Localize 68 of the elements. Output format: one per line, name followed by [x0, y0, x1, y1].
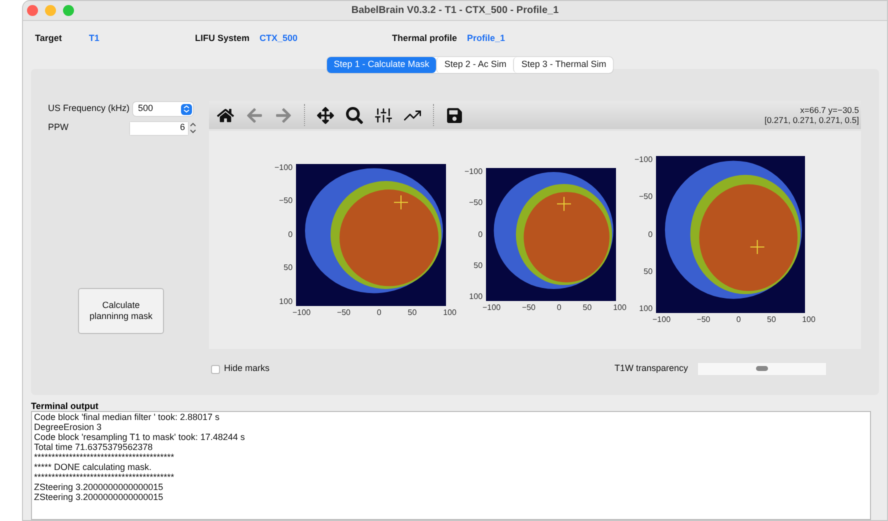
save-icon[interactable]: [446, 106, 463, 124]
slider-label: T1W transparency: [614, 362, 688, 376]
axis-tick-label: 100: [613, 304, 626, 312]
axis-tick-label: 50: [644, 268, 653, 276]
terminal-line: ****************************************: [34, 472, 176, 482]
axis-tick-label: −100: [652, 316, 671, 324]
cursor-readout: [0.271, 0.271, 0.271, 0.5]: [764, 115, 859, 125]
axis-tick-label: 100: [469, 293, 483, 301]
field-value: Profile_1: [467, 32, 506, 46]
axis-tick-label: 100: [443, 308, 456, 316]
sliders-icon[interactable]: [375, 106, 392, 124]
terminal-line: Total time 71.6375379562378: [34, 442, 154, 452]
field-value: T1: [88, 32, 100, 46]
tab[interactable]: Step 1 - Calculate Mask: [326, 57, 436, 73]
field-value: CTX_500: [260, 32, 298, 46]
window-title: BabelBrain V0.3.2 - T1 - CTX_500 - Profile_1: [351, 4, 559, 18]
section-title: Terminal output: [31, 401, 100, 411]
axis-tick-label: −100: [634, 156, 653, 164]
back-arrow-icon[interactable]: [246, 106, 263, 124]
axis-tick-label: 0: [478, 230, 483, 238]
axis-tick-label: −50: [696, 316, 710, 324]
terminal-line: ZSteering 3.2000000000000015: [34, 492, 164, 502]
dropdown-stepper-icon: [181, 104, 192, 114]
axis-tick-label: 50: [474, 262, 483, 270]
terminal-line: DegreeErosion 3: [34, 422, 103, 432]
axis-tick-label: −100: [274, 164, 293, 172]
axis-tick-label: 50: [767, 316, 776, 324]
terminal-line: ****************************************: [34, 452, 176, 462]
frequency-dropdown[interactable]: 500: [133, 102, 193, 116]
axis-tick-label: 100: [802, 316, 816, 324]
axis-tick-label: −100: [482, 304, 501, 312]
axis-tick-label: 50: [582, 304, 592, 312]
axis-tick-label: −50: [468, 199, 483, 208]
axis-tick-label: −50: [522, 304, 536, 312]
axis-tick-label: −50: [278, 197, 293, 205]
terminal-line: Code block 'resampling T1 to mask' took: 17.48244 s: [34, 432, 246, 442]
field-label: Target: [35, 32, 62, 46]
axis-tick-label: 100: [639, 305, 653, 313]
terminal-line: ZSteering 3.2000000000000015: [34, 482, 164, 492]
ppw-spinbox[interactable]: 6: [130, 122, 188, 134]
axis-tick-label: 0: [556, 304, 562, 312]
cursor-readout: x=66.7 y=−30.5: [800, 105, 859, 115]
calculate-mask-button[interactable]: Calculate planninng mask: [78, 288, 164, 334]
stepper-arrows-icon[interactable]: [189, 122, 197, 134]
axis-tick-label: 0: [288, 230, 293, 238]
axis-tick-label: −100: [292, 308, 311, 316]
home-icon[interactable]: [217, 106, 234, 124]
terminal-line: Code block 'final median filter ' took: 2.88017 s: [34, 412, 221, 422]
forward-arrow-icon[interactable]: [275, 106, 292, 124]
checkbox-label: Hide marks: [224, 362, 270, 376]
axis-tick-label: 0: [376, 308, 382, 316]
axis-tick-label: 0: [648, 230, 653, 238]
field-label: US Frequency (kHz): [48, 102, 131, 116]
field-label: LIFU System: [195, 32, 250, 46]
axis-tick-label: 100: [279, 298, 293, 306]
field-label: Thermal profile: [392, 32, 458, 46]
field-label: PPW: [48, 121, 70, 134]
axis-tick-label: −50: [638, 193, 653, 202]
axis-tick-label: 50: [284, 264, 293, 272]
axis-tick-label: 0: [736, 316, 741, 324]
axis-tick-label: 50: [408, 308, 417, 316]
checkbox[interactable]: [211, 364, 220, 374]
terminal-line: ***** DONE calculating mask.: [34, 462, 153, 472]
move-arrows-icon[interactable]: [317, 106, 334, 124]
search-icon[interactable]: [346, 106, 363, 124]
axis-tick-label: −100: [464, 168, 483, 176]
axis-tick-label: −50: [336, 308, 351, 316]
slider-thumb[interactable]: [756, 366, 768, 371]
